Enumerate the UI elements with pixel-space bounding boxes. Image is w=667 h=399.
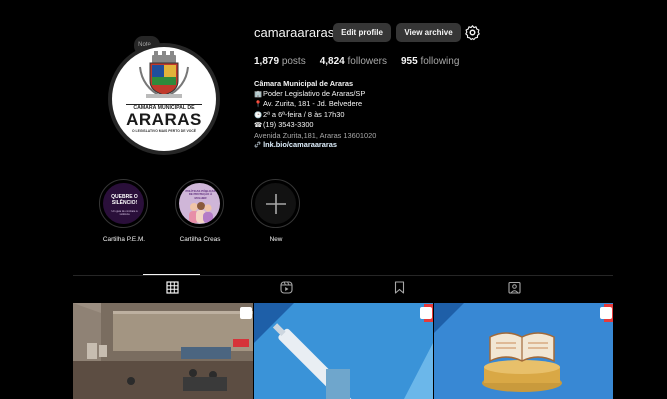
post-thumbnail-syringe[interactable] — [254, 303, 433, 399]
highlight-cover: POLÍTICAS PÚBLICAS DE PROTEÇÃO À MULHER — [179, 183, 220, 224]
bio-address[interactable]: Avenida Zurita,181, Araras 13601020 — [254, 131, 376, 141]
syringe-photo — [254, 303, 433, 399]
clock-icon: 🕒 — [254, 111, 263, 119]
highlight-cover-title: QUEBRE O SILÊNCIO! — [111, 194, 138, 206]
grid-icon[interactable] — [166, 281, 179, 294]
edit-profile-button[interactable]: Edit profile — [333, 23, 391, 42]
username: camaraararas — [254, 25, 335, 40]
araras-badge-icon — [420, 307, 432, 319]
link-icon — [254, 141, 261, 148]
bio-line: 🏢Poder Legislativo de Araras/SP — [254, 88, 366, 98]
following-stat[interactable]: 955 following — [401, 56, 459, 67]
highlight-cover — [255, 183, 296, 224]
highlight-cover-subtitle: Um guia de combate à violência — [111, 210, 138, 216]
book-coins-photo — [434, 303, 613, 399]
highlight-cover: QUEBRE O SILÊNCIO! Um guia de combate à … — [103, 183, 144, 224]
bio-link[interactable]: lnk.bio/camaraararas — [254, 140, 376, 150]
women-illustration-icon — [189, 202, 213, 223]
plus-icon — [265, 193, 286, 214]
bio: Câmara Municipal de Araras 🏢Poder Legisl… — [254, 79, 376, 150]
pin-icon: 📍 — [254, 101, 263, 108]
post-thumbnail-book[interactable] — [434, 303, 613, 399]
highlight-label: Cartilha Creas — [179, 236, 221, 243]
bio-name: Câmara Municipal de Araras — [254, 79, 354, 88]
bio-line: 🕒2ª a 6ª-feira / 8 às 17h30 — [254, 109, 345, 119]
logo-line2: ARARAS — [126, 110, 202, 129]
araras-badge-icon — [240, 307, 252, 319]
highlight-label: Cartilha P.E.M. — [102, 236, 146, 243]
view-archive-button[interactable]: View archive — [396, 23, 461, 42]
gear-icon[interactable] — [464, 24, 481, 41]
new-highlight-button[interactable] — [251, 179, 300, 228]
highlight-label: New — [269, 236, 283, 243]
logo-line3: O LEGISLATIVO MAIS PERTO DE VOCÊ — [131, 129, 197, 133]
building-icon: 🏢 — [254, 90, 263, 98]
reels-icon[interactable] — [280, 281, 293, 294]
chamber-photo — [73, 303, 253, 399]
araras-badge-icon — [600, 307, 612, 319]
highlight-cartilha-creas[interactable]: POLÍTICAS PÚBLICAS DE PROTEÇÃO À MULHER — [175, 179, 224, 228]
highlight-cartilha-pem[interactable]: QUEBRE O SILÊNCIO! Um guia de combate à … — [99, 179, 148, 228]
posts-stat: 1,879 posts — [254, 56, 306, 67]
active-tab-indicator — [143, 274, 200, 275]
saved-icon[interactable] — [393, 281, 406, 294]
post-thumbnail-chamber[interactable] — [73, 303, 253, 399]
tabs-divider — [73, 275, 613, 276]
avatar[interactable]: CÂMARA MUNICIPAL DE ARARAS O LEGISLATIVO… — [112, 47, 216, 151]
bio-line: ☎(19) 3543-3300 — [254, 120, 314, 129]
followers-stat[interactable]: 4,824 followers — [320, 56, 387, 67]
phone-icon: ☎ — [254, 122, 263, 129]
tagged-icon[interactable] — [508, 281, 521, 294]
camara-logo-icon — [126, 51, 202, 105]
profile-stats: 1,879 posts 4,824 followers 955 followin… — [254, 56, 459, 67]
bio-line: 📍Av. Zurita, 181 - Jd. Belvedere — [254, 99, 363, 108]
